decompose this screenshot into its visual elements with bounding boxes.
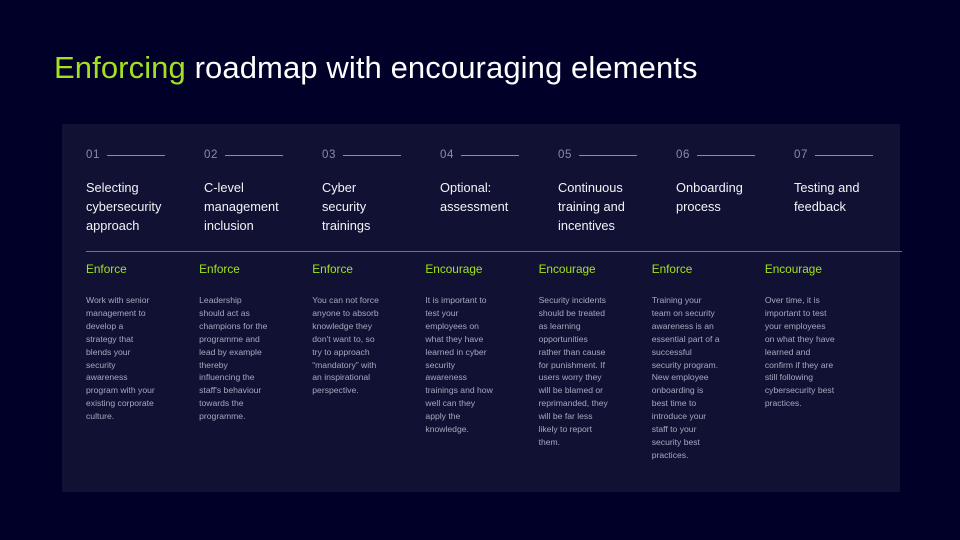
- roadmap-column-04: 04 Optional: assessment: [440, 148, 558, 254]
- step-number-line-icon: [107, 154, 165, 156]
- roadmap-detail-07: Encourage Over time, it is important to …: [765, 262, 878, 462]
- step-number: 01: [86, 149, 100, 161]
- step-number-row: 06: [676, 148, 755, 162]
- step-description: Over time, it is important to test your …: [764, 295, 835, 409]
- step-description: You can not force anyone to absorb knowl…: [312, 295, 379, 396]
- step-heading: Onboarding process: [676, 180, 743, 214]
- step-heading: Optional: assessment: [440, 180, 509, 214]
- step-number-line-icon: [815, 154, 873, 156]
- step-description: Leadership should act as champions for t…: [199, 295, 268, 422]
- step-heading: Continuous training and incentives: [558, 180, 625, 233]
- roadmap-detail-row: Enforce Work with senior management to d…: [86, 262, 878, 462]
- step-heading: Testing and feedback: [794, 180, 860, 214]
- roadmap-detail-06: Enforce Training your team on security a…: [652, 262, 765, 462]
- step-number-row: 07: [794, 148, 873, 162]
- status-badge: Enforce: [86, 262, 127, 276]
- step-number-row: 01: [86, 148, 165, 162]
- step-number-line-icon: [697, 154, 755, 156]
- step-number-line-icon: [343, 154, 401, 156]
- roadmap-column-05: 05 Continuous training and incentives: [558, 148, 676, 254]
- roadmap-column-02: 02 C-level management inclusion: [204, 148, 322, 254]
- status-badge: Enforce: [651, 262, 693, 276]
- step-description: Training your team on security awareness…: [651, 295, 720, 460]
- section-divider: [86, 251, 902, 252]
- page-title-rest: roadmap with encouraging elements: [185, 50, 698, 85]
- status-badge: Enforce: [199, 262, 240, 276]
- step-number: 03: [322, 149, 336, 161]
- roadmap-column-06: 06 Onboarding process: [676, 148, 794, 254]
- roadmap-column-03: 03 Cyber security trainings: [322, 148, 440, 254]
- step-description: Security incidents should be treated as …: [538, 295, 608, 447]
- roadmap-column-01: 01 Selecting cybersecurity approach: [86, 148, 204, 254]
- roadmap-column-07: 07 Testing and feedback: [794, 148, 912, 254]
- step-heading: Selecting cybersecurity approach: [86, 180, 162, 233]
- roadmap-detail-04: Encourage It is important to test your e…: [425, 262, 538, 462]
- roadmap-panel: 01 Selecting cybersecurity approach 02 C…: [62, 124, 902, 492]
- step-number: 02: [204, 149, 218, 161]
- status-badge: Encourage: [425, 262, 483, 276]
- slide-root: Enforcing roadmap with encouraging eleme…: [0, 0, 960, 540]
- step-number-row: 04: [440, 148, 519, 162]
- status-badge: Encourage: [538, 262, 596, 276]
- roadmap-detail-05: Encourage Security incidents should be t…: [539, 262, 652, 462]
- step-description: Work with senior management to develop a…: [86, 295, 155, 422]
- status-badge: Encourage: [764, 262, 822, 276]
- roadmap-detail-03: Enforce You can not force anyone to abso…: [312, 262, 425, 462]
- roadmap-detail-01: Enforce Work with senior management to d…: [86, 262, 199, 462]
- step-number-line-icon: [461, 154, 519, 156]
- step-description: It is important to test your employees o…: [425, 295, 493, 435]
- roadmap-heading-row: 01 Selecting cybersecurity approach 02 C…: [86, 148, 878, 254]
- step-number: 04: [440, 149, 454, 161]
- page-title: Enforcing roadmap with encouraging eleme…: [54, 48, 698, 88]
- step-number: 06: [676, 149, 690, 161]
- step-heading: Cyber security trainings: [322, 180, 371, 233]
- step-number-line-icon: [225, 154, 283, 156]
- page-title-accent-word: Enforcing: [54, 50, 186, 85]
- step-number-row: 02: [204, 148, 283, 162]
- step-number-row: 05: [558, 148, 637, 162]
- step-number-row: 03: [322, 148, 401, 162]
- step-heading: C-level management inclusion: [204, 180, 279, 233]
- status-badge: Enforce: [312, 262, 353, 276]
- step-number: 05: [558, 149, 572, 161]
- step-number-line-icon: [579, 154, 637, 156]
- step-number: 07: [794, 149, 808, 161]
- roadmap-detail-02: Enforce Leadership should act as champio…: [199, 262, 312, 462]
